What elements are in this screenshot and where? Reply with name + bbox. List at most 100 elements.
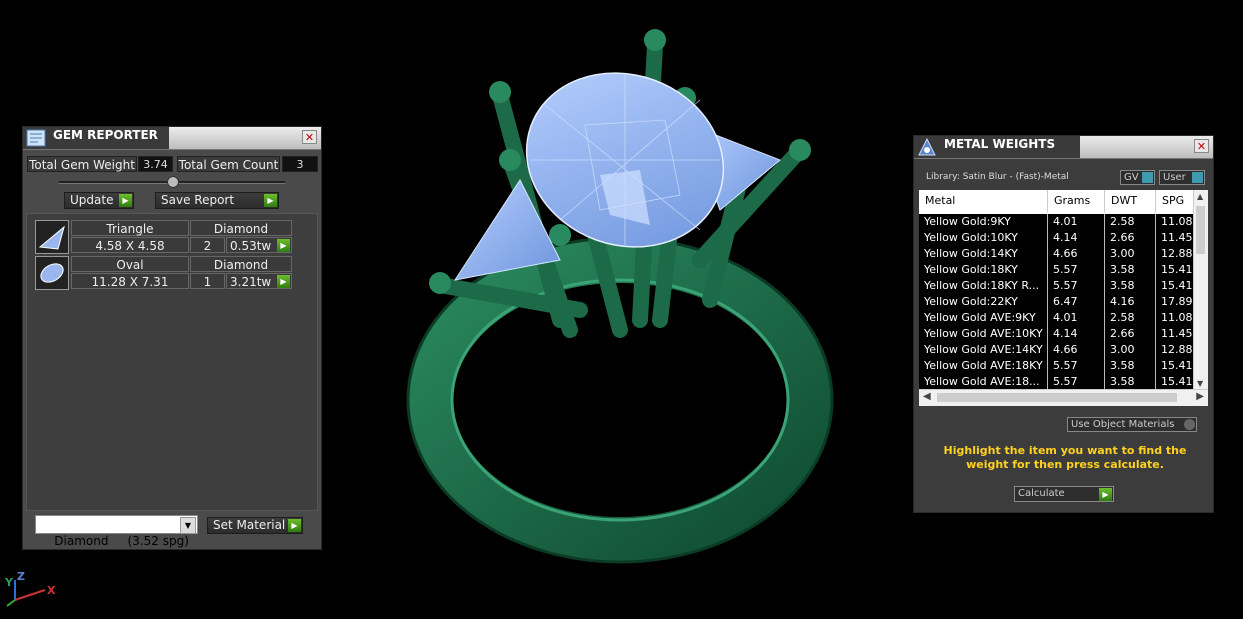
oval-gem-icon	[35, 256, 69, 290]
table-cell: 17.89	[1156, 294, 1194, 310]
table-cell: Yellow Gold:18KY	[919, 262, 1048, 278]
gem-weight[interactable]: 3.21tw ▶	[226, 273, 292, 289]
table-cell: 11.45	[1156, 230, 1194, 246]
axis-label-z: Z	[17, 570, 25, 583]
table-row[interactable]: Yellow Gold:22KY 6.47 4.16 17.89	[919, 294, 1194, 310]
scroll-up-icon[interactable]: ▲	[1197, 192, 1203, 201]
gem-slider-handle[interactable]	[167, 176, 179, 188]
table-row[interactable]: Yellow Gold AVE:18KY 5.57 3.58 15.41	[919, 358, 1194, 374]
table-cell: 2.66	[1105, 326, 1156, 342]
table-cell: 3.58	[1105, 358, 1156, 374]
scroll-thumb-horizontal[interactable]	[937, 393, 1177, 402]
horizontal-scrollbar[interactable]: ◀ ▶	[919, 389, 1208, 406]
table-cell: 2.66	[1105, 230, 1156, 246]
scroll-left-icon[interactable]: ◀	[923, 391, 931, 402]
scroll-down-icon[interactable]: ▼	[1197, 379, 1203, 388]
table-row[interactable]: Yellow Gold AVE:14KY 4.66 3.00 12.88	[919, 342, 1194, 358]
table-row[interactable]: Yellow Gold AVE:10KY 4.14 2.66 11.45	[919, 326, 1194, 342]
gem-list-item[interactable]: Triangle Diamond 4.58 X 4.58 2 0.53tw ▶	[35, 220, 293, 254]
gem-slider[interactable]	[59, 176, 285, 188]
table-cell: 4.14	[1048, 326, 1105, 342]
gem-reporter-panel: GEM REPORTER ✕ Total Gem Weight 3.74 Tot…	[22, 126, 322, 550]
table-cell: 12.88	[1156, 246, 1194, 262]
triangle-gem-icon	[35, 220, 69, 254]
vertical-scrollbar[interactable]: ▲ ▼	[1193, 190, 1208, 390]
table-cell: 2.58	[1105, 214, 1156, 230]
chevron-down-icon[interactable]: ▼	[180, 517, 196, 534]
gv-toggle-label: GV	[1124, 172, 1139, 183]
metal-weights-panel: METAL WEIGHTS ✕ Library: Satin Blur - (F…	[913, 135, 1214, 513]
table-cell: 3.58	[1105, 278, 1156, 294]
table-row[interactable]: Yellow Gold:18KY 5.57 3.58 15.41	[919, 262, 1194, 278]
play-arrow-icon[interactable]: ▶	[277, 275, 290, 288]
play-arrow-icon: ▶	[288, 519, 301, 532]
table-row[interactable]: Yellow Gold:9KY 4.01 2.58 11.08	[919, 214, 1194, 230]
table-cell: 5.57	[1048, 278, 1105, 294]
table-cell: Yellow Gold:14KY	[919, 246, 1048, 262]
table-cell: 5.57	[1048, 374, 1105, 390]
material-select[interactable]: Diamond (3.52 spg) ▼	[35, 515, 198, 548]
total-gem-weight-label: Total Gem Weight	[27, 156, 137, 172]
column-header-dwt[interactable]: DWT	[1105, 190, 1156, 212]
table-cell: Yellow Gold:18KY R...	[919, 278, 1048, 294]
scroll-right-icon[interactable]: ▶	[1196, 391, 1204, 402]
update-button[interactable]: Update ▶	[64, 192, 134, 209]
gem-size: 11.28 X 7.31	[71, 273, 189, 289]
gem-reporter-close-button[interactable]: ✕	[302, 130, 317, 144]
table-cell: 4.01	[1048, 214, 1105, 230]
table-cell: 15.41	[1156, 262, 1194, 278]
scale-flask-icon	[918, 138, 936, 156]
total-gem-count-value: 3	[282, 156, 318, 172]
table-row[interactable]: Yellow Gold:18KY R... 5.57 3.58 15.41	[919, 278, 1194, 294]
scroll-thumb[interactable]	[1196, 206, 1205, 254]
toggle-indicator-icon	[1192, 172, 1203, 183]
calculate-button[interactable]: Calculate ▶	[1014, 486, 1114, 502]
play-arrow-icon[interactable]: ▶	[277, 239, 290, 252]
metal-weights-title-text: METAL WEIGHTS	[944, 137, 1056, 151]
set-material-button-label: Set Material	[213, 518, 286, 532]
material-select-value: Diamond (3.52 spg)	[54, 534, 189, 548]
set-material-button[interactable]: Set Material ▶	[207, 517, 303, 534]
use-object-materials-toggle[interactable]: Use Object Materials	[1067, 417, 1197, 432]
table-cell: 3.58	[1105, 374, 1156, 390]
gem-count: 2	[190, 237, 225, 253]
metal-weights-table[interactable]: Metal Grams DWT SPG Yellow Gold:9KY 4.01 2…	[919, 190, 1208, 406]
table-cell: 12.88	[1156, 342, 1194, 358]
metal-weights-titlebar[interactable]: METAL WEIGHTS ✕	[914, 136, 1213, 159]
gem-reporter-title: GEM REPORTER	[23, 127, 169, 149]
save-report-button[interactable]: Save Report ▶	[155, 192, 279, 209]
column-header-spg[interactable]: SPG	[1156, 190, 1194, 212]
table-cell: Yellow Gold:22KY	[919, 294, 1048, 310]
gv-toggle[interactable]: GV	[1120, 170, 1155, 185]
table-cell: Yellow Gold AVE:9KY	[919, 310, 1048, 326]
library-label: Library: Satin Blur - (Fast)-Metal	[926, 172, 1069, 182]
axis-gizmo: Y Z X	[3, 570, 63, 612]
table-row[interactable]: Yellow Gold AVE:9KY 4.01 2.58 11.08	[919, 310, 1194, 326]
table-cell: 4.66	[1048, 342, 1105, 358]
save-report-button-label: Save Report	[161, 193, 235, 207]
table-row[interactable]: Yellow Gold:14KY 4.66 3.00 12.88	[919, 246, 1194, 262]
column-header-grams[interactable]: Grams	[1048, 190, 1105, 212]
axis-label-y: Y	[5, 576, 13, 589]
table-cell: Yellow Gold:10KY	[919, 230, 1048, 246]
gem-weight[interactable]: 0.53tw ▶	[226, 237, 292, 253]
table-cell: 4.66	[1048, 246, 1105, 262]
gem-weight-text: 3.21tw	[230, 275, 272, 289]
gem-shape: Triangle	[71, 220, 189, 236]
play-arrow-icon: ▶	[119, 194, 132, 207]
table-row[interactable]: Yellow Gold:10KY 4.14 2.66 11.45	[919, 230, 1194, 246]
gem-reporter-titlebar[interactable]: GEM REPORTER ✕	[23, 127, 321, 150]
user-toggle[interactable]: User	[1159, 170, 1205, 185]
total-gem-weight-value: 3.74	[138, 156, 173, 172]
metal-weights-close-button[interactable]: ✕	[1194, 139, 1209, 153]
user-toggle-label: User	[1163, 172, 1186, 183]
table-row[interactable]: Yellow Gold AVE:18... 5.57 3.58 15.41	[919, 374, 1194, 390]
gem-count: 1	[190, 273, 225, 289]
calculate-button-label: Calculate	[1018, 488, 1065, 499]
column-header-metal[interactable]: Metal	[919, 190, 1048, 212]
table-cell: 11.45	[1156, 326, 1194, 342]
table-cell: Yellow Gold AVE:18KY	[919, 358, 1048, 374]
play-arrow-icon: ▶	[264, 194, 277, 207]
ring-model-viewport[interactable]	[330, 0, 910, 619]
gem-list-item[interactable]: Oval Diamond 11.28 X 7.31 1 3.21tw ▶	[35, 256, 293, 290]
